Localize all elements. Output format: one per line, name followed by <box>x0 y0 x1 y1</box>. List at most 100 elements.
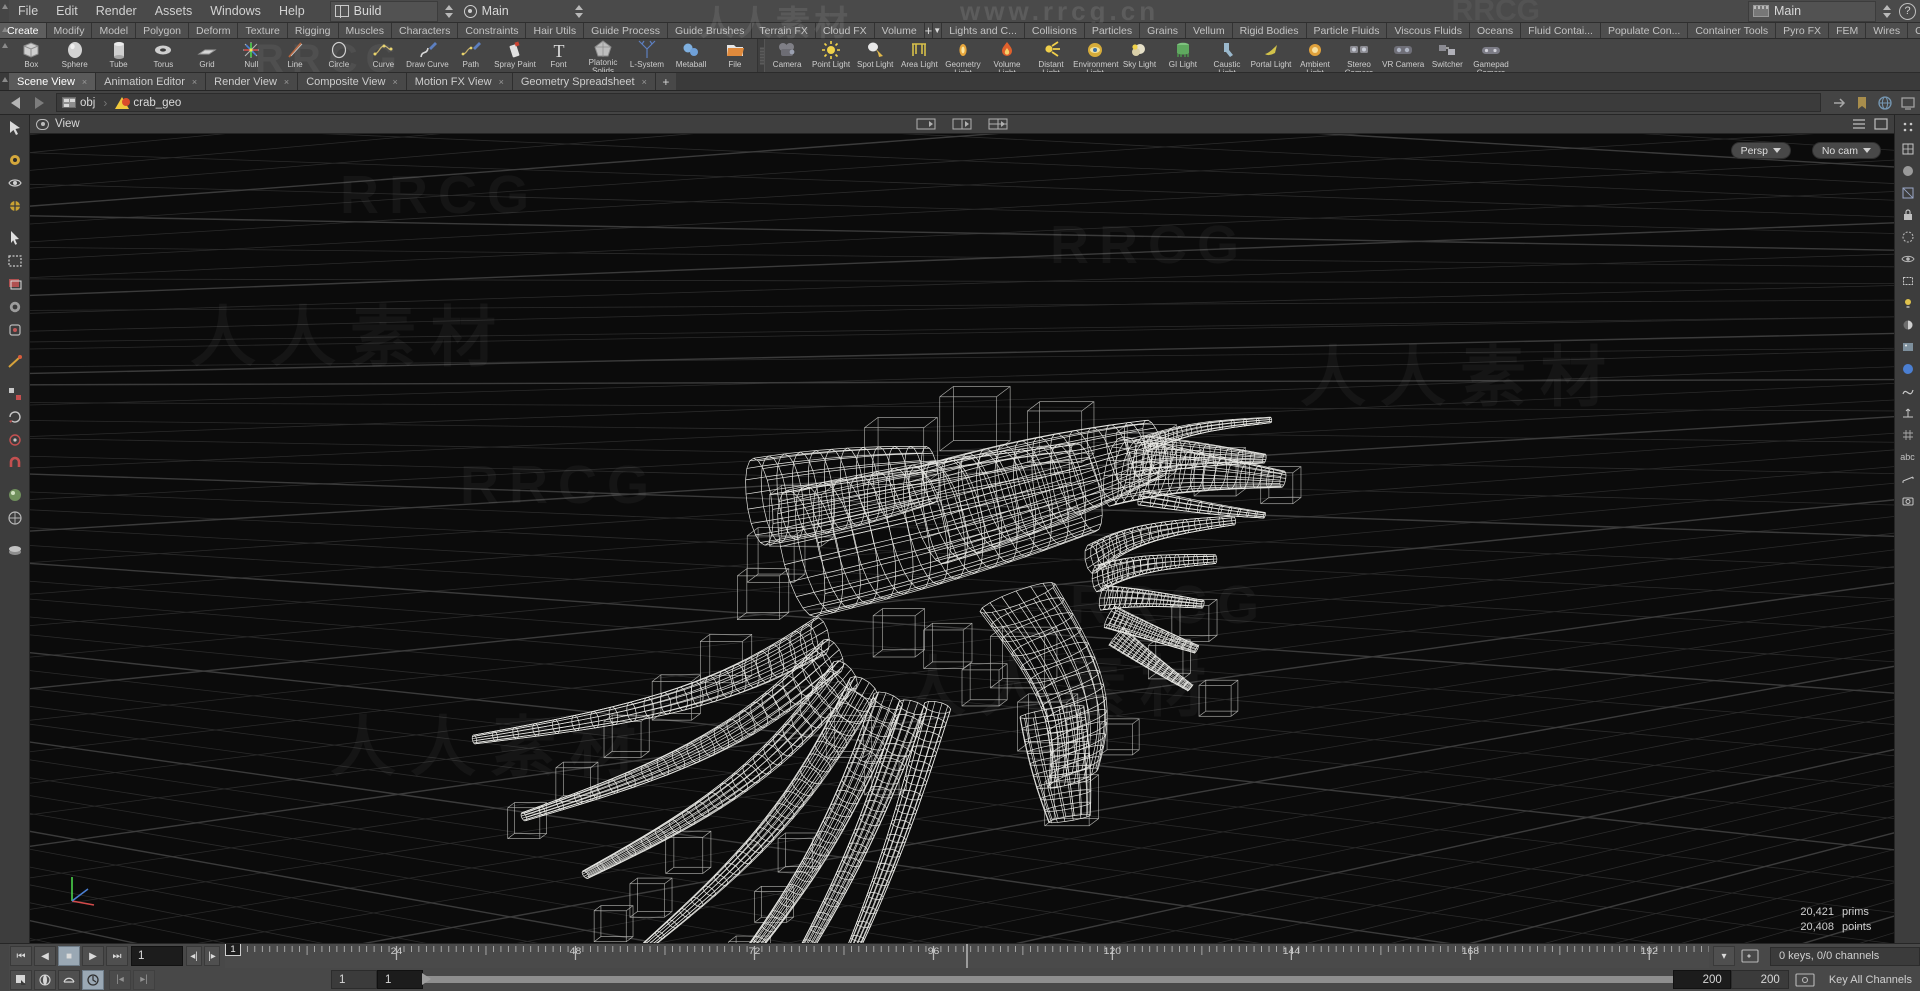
camera-settings-icon[interactable] <box>1897 491 1919 511</box>
close-icon[interactable]: × <box>82 73 87 91</box>
display-options-icon[interactable] <box>1900 95 1916 111</box>
shelf-tab-guide-process[interactable]: Guide Process <box>584 23 668 38</box>
shelf-tab-volume[interactable]: Volume <box>874 23 925 38</box>
shelf-tab-fem[interactable]: FEM <box>1829 23 1867 38</box>
shelf-tool-torus[interactable]: Torus <box>141 39 185 72</box>
shelf-tool-portal-light[interactable]: Portal Light <box>1249 39 1293 72</box>
shelf-tab-terrain-fx[interactable]: Terrain FX <box>752 23 816 38</box>
split-view-layout-icon[interactable] <box>952 118 972 130</box>
shelf-tab-rigid-bodies[interactable]: Rigid Bodies <box>1232 23 1307 38</box>
add-shelf-tab-button[interactable]: + <box>924 23 934 38</box>
3d-viewport[interactable]: RRCG RRCG RRCG RRCG 人人素材 人人素材 人人素材 人人素材 … <box>30 134 1894 943</box>
measure-icon[interactable] <box>1897 469 1919 489</box>
menu-edit[interactable]: Edit <box>47 0 87 23</box>
shelf-tool-null[interactable]: Null <box>229 39 273 72</box>
step-back-button[interactable]: ◀ <box>34 946 56 966</box>
shelf-tool-ambient-light[interactable]: Ambient Light <box>1293 39 1337 72</box>
shelf-tab-hair-utils[interactable]: Hair Utils <box>526 23 585 38</box>
shelf-tab-oceans[interactable]: Oceans <box>1469 23 1522 38</box>
shelf-tab-model[interactable]: Model <box>92 23 137 38</box>
shelf-tab-constraints[interactable]: Constraints <box>458 23 527 38</box>
shelf-tool-font[interactable]: T Font <box>537 39 581 72</box>
shelf-tool-switcher[interactable]: Switcher <box>1425 39 1469 72</box>
shelf-grip[interactable] <box>0 39 9 72</box>
shelf-tool-platonic-solids[interactable]: Platonic Solids <box>581 39 625 72</box>
menu-assets[interactable]: Assets <box>146 0 202 23</box>
breadcrumb-obj[interactable]: obj <box>62 97 95 109</box>
shelf-tool-distant-light[interactable]: Distant Light <box>1029 39 1073 72</box>
pin-icon[interactable] <box>1831 95 1847 111</box>
shelf-tab-collisions[interactable]: Collisions <box>1024 23 1085 38</box>
shelf-tool-vr-camera[interactable]: VR Camera <box>1381 39 1425 72</box>
shelf-tool-circle[interactable]: Circle <box>317 39 361 72</box>
play-button[interactable]: ▶ <box>82 946 104 966</box>
add-pane-tab-button[interactable]: + <box>655 73 676 90</box>
menubar-grip[interactable] <box>0 0 9 22</box>
snapping-icon[interactable] <box>2 351 28 373</box>
timeline-ruler[interactable]: 1 24 48 72 96 120 144 168 192 <box>225 944 1709 968</box>
range-slider[interactable] <box>422 973 1673 985</box>
display-shaded-icon[interactable] <box>1897 161 1919 181</box>
shelf-tab-particle-fluids[interactable]: Particle Fluids <box>1306 23 1388 38</box>
shelf-tool-l-system[interactable]: L-System <box>625 39 669 72</box>
color-icon[interactable] <box>1897 359 1919 379</box>
quad-view-layout-icon[interactable] <box>988 118 1008 130</box>
range-global-end-field[interactable]: 200 <box>1730 970 1789 989</box>
main-layout-spinner[interactable] <box>1880 1 1892 22</box>
lasso-select-icon[interactable] <box>2 273 28 295</box>
shelf-tool-stereo-camera[interactable]: Stereo Camera <box>1337 39 1381 72</box>
close-icon[interactable]: × <box>499 73 504 91</box>
playhead-marker[interactable]: 1 <box>225 944 241 956</box>
shelf-tab-guide-brushes[interactable]: Guide Brushes <box>667 23 753 38</box>
shelf-tab-muscles[interactable]: Muscles <box>338 23 393 38</box>
rotate-handle-icon[interactable] <box>2 406 28 428</box>
shelf-tool-draw-curve[interactable]: Draw Curve <box>405 39 449 72</box>
pane-tab-animation-editor[interactable]: Animation Editor × <box>96 73 207 90</box>
shelf-tab-vellum[interactable]: Vellum <box>1186 23 1233 38</box>
pane-tab-composite-view[interactable]: Composite View × <box>298 73 407 90</box>
shelf-tab-rigging[interactable]: Rigging <box>287 23 339 38</box>
display-wireframe-icon[interactable] <box>1897 139 1919 159</box>
pane-tab-motion-fx-view[interactable]: Motion FX View × <box>406 73 513 91</box>
range-start-field[interactable]: 1 <box>331 970 377 989</box>
shelf-tab-viscous-fluids[interactable]: Viscous Fluids <box>1387 23 1470 38</box>
current-frame-field[interactable]: 1 <box>131 946 183 966</box>
prev-key-button[interactable]: ◂| <box>186 946 202 966</box>
range-end-button[interactable]: ▸| <box>133 969 155 990</box>
menu-file[interactable]: File <box>9 0 47 23</box>
shelf-tool-volume-light[interactable]: Volume Light <box>985 39 1029 72</box>
shelf-tab-pyro-fx[interactable]: Pyro FX <box>1776 23 1830 38</box>
jump-to-end-button[interactable]: ⏭ <box>106 946 128 966</box>
handle-tool-icon[interactable] <box>2 149 28 171</box>
pane-tabs-grip[interactable] <box>0 73 9 90</box>
shelf-tab-modify[interactable]: Modify <box>46 23 93 38</box>
text-display-icon[interactable]: abc <box>1897 447 1919 467</box>
scale-handle-icon[interactable] <box>2 429 28 451</box>
shelf-tool-caustic-light[interactable]: Caustic Light <box>1205 39 1249 72</box>
range-playend-field[interactable]: 200 <box>1672 970 1731 989</box>
shelf-tool-sky-light[interactable]: Sky Light <box>1117 39 1161 72</box>
timeline-options-button[interactable]: ▾ <box>1713 946 1735 966</box>
snapshot-button[interactable] <box>58 969 80 990</box>
forward-button[interactable] <box>28 93 50 113</box>
shelf-tool-box[interactable]: Box <box>9 39 53 72</box>
shelf-tool-line[interactable]: Line <box>273 39 317 72</box>
shelf-tool-file[interactable]: File <box>713 39 757 72</box>
shelf-tool-path[interactable]: Path <box>449 39 493 72</box>
bake-icon[interactable] <box>2 539 28 561</box>
display-uv-icon[interactable] <box>1897 183 1919 203</box>
shelf-tool-point-light[interactable]: Point Light <box>809 39 853 72</box>
help-icon[interactable]: ? <box>1899 2 1916 20</box>
shelf-tab-cloud-fx[interactable]: Cloud FX <box>815 23 875 38</box>
shelf-tab-populate-con[interactable]: Populate Con... <box>1600 23 1689 38</box>
range-start-button[interactable]: |◂ <box>109 969 131 990</box>
timeline-grip-2[interactable] <box>0 968 9 991</box>
shelf-tab-particles[interactable]: Particles <box>1084 23 1141 38</box>
close-icon[interactable]: × <box>642 73 647 91</box>
shelf-tool-sphere[interactable]: Sphere <box>53 39 97 72</box>
shelf-tool-spray-paint[interactable]: Spray Paint <box>493 39 537 72</box>
single-view-layout-icon[interactable] <box>916 118 936 130</box>
viewport-camera-chip[interactable]: Persp <box>1730 142 1791 159</box>
shadow-icon[interactable] <box>1897 315 1919 335</box>
keyframe-channel-icon[interactable] <box>1740 947 1760 965</box>
